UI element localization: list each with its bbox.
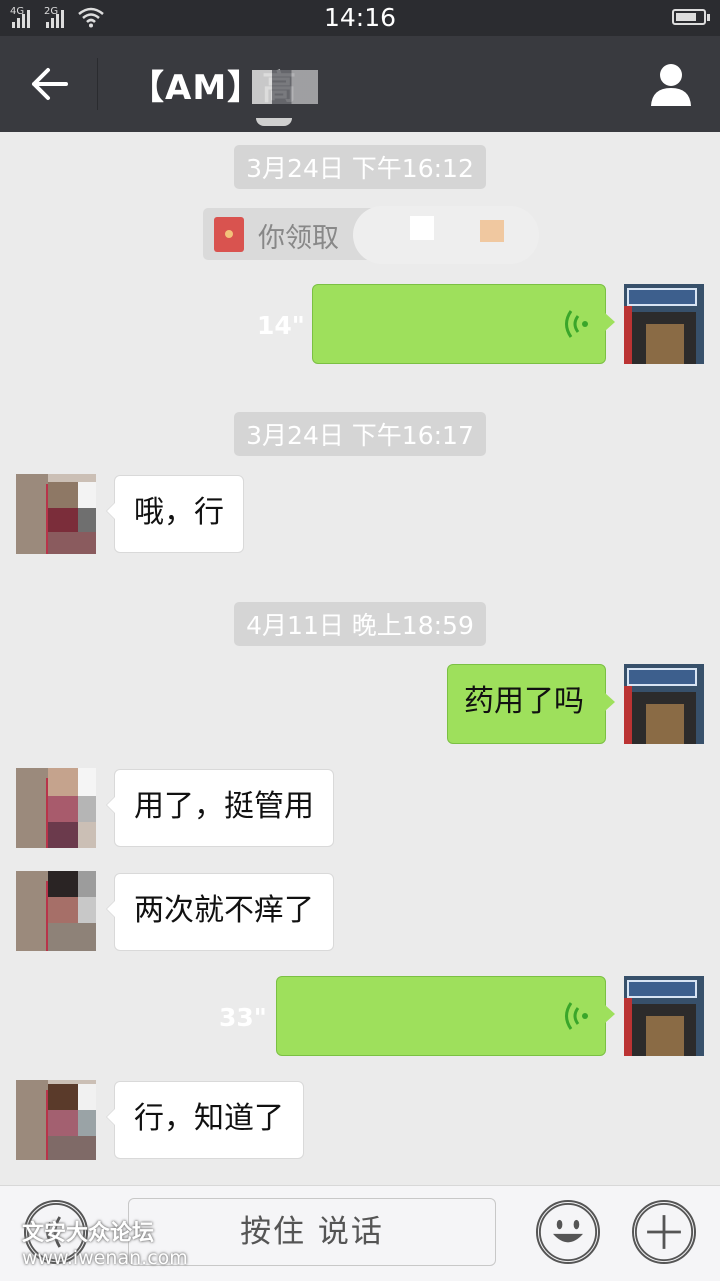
- timestamp-label: 4月11日 晚上18:59: [234, 602, 486, 646]
- timestamp-label: 3月24日 下午16:17: [234, 412, 486, 456]
- timestamp: 3月24日 下午16:17: [0, 412, 720, 456]
- input-bar: 按住 说话 文安大众论坛 www.iwenan.com: [0, 1185, 720, 1281]
- voice-wave-icon: [565, 310, 588, 338]
- voice-duration: 14": [257, 311, 305, 340]
- chat-header: 【AM】高: [0, 36, 720, 132]
- battery-icon: [672, 9, 710, 25]
- notice-redaction: [353, 206, 539, 264]
- emoji-icon[interactable]: [536, 1200, 600, 1264]
- contact-avatar[interactable]: [16, 474, 96, 554]
- watermark-line1: 文安大众论坛: [22, 1221, 155, 1246]
- message-bubble[interactable]: 哦，行: [106, 475, 244, 553]
- message-bubble[interactable]: 两次就不痒了: [106, 873, 334, 951]
- my-avatar[interactable]: [624, 976, 704, 1056]
- message-bubble[interactable]: 行，知道了: [106, 1081, 304, 1159]
- voice-message[interactable]: [276, 976, 615, 1056]
- red-packet-text: 你领取: [258, 223, 339, 254]
- contact-avatar[interactable]: [16, 768, 96, 848]
- timestamp: 4月11日 晚上18:59: [0, 602, 720, 646]
- plus-icon[interactable]: [632, 1200, 696, 1264]
- clock: 14:16: [323, 3, 397, 32]
- my-avatar[interactable]: [624, 664, 704, 744]
- header-divider: [97, 58, 98, 110]
- message-bubble-sent[interactable]: 药用了吗: [447, 664, 615, 744]
- notice-redaction-2: [410, 216, 434, 240]
- watermark-line2: www.iwenan.com: [22, 1247, 188, 1269]
- contact-avatar[interactable]: [16, 1080, 96, 1160]
- notice-redaction-3: [480, 220, 504, 242]
- watermark: 文安大众论坛 www.iwenan.com: [22, 1215, 188, 1269]
- voice-wave-icon: [565, 1002, 588, 1030]
- back-arrow-icon[interactable]: [30, 64, 70, 104]
- red-packet-notice[interactable]: 你领取: [203, 206, 539, 264]
- title-redaction-tail: [256, 118, 292, 126]
- contact-avatar[interactable]: [16, 871, 96, 951]
- title-redaction: [252, 70, 318, 104]
- message-bubble[interactable]: 用了，挺管用: [106, 769, 334, 847]
- timestamp-label: 3月24日 下午16:12: [234, 145, 486, 189]
- my-avatar[interactable]: [624, 284, 704, 364]
- voice-message[interactable]: [312, 284, 615, 364]
- red-packet-icon: [214, 217, 244, 252]
- voice-duration: 33": [219, 1003, 267, 1032]
- timestamp: 3月24日 下午16:12: [0, 145, 720, 189]
- status-bar: 4G 2G 14:16: [0, 0, 720, 36]
- person-icon[interactable]: [650, 62, 692, 106]
